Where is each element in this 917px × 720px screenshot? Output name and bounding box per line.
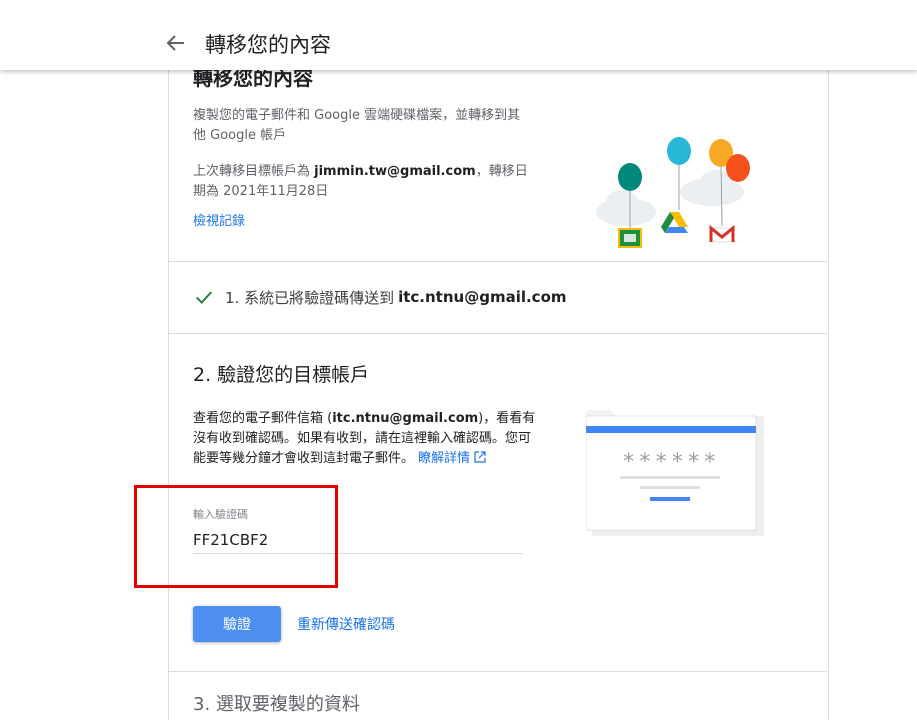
masked-code: ****** (622, 450, 720, 475)
page-title: 轉移您的內容 (205, 33, 331, 57)
highlight-annotation (134, 485, 338, 588)
divider (169, 261, 827, 262)
intro-description: 複製您的電子郵件和 Google 雲端硬碟檔案，並轉移到其他 Google 帳戶 (193, 108, 521, 143)
balloons-illustration (596, 137, 750, 248)
step1-email: itc.ntnu@gmail.com (398, 288, 567, 306)
last-transfer-prefix: 上次轉移目標帳戶為 (193, 164, 315, 179)
view-log-link[interactable]: 檢視記錄 (193, 210, 245, 229)
last-transfer-email: jimmin.tw@gmail.com (314, 164, 476, 179)
step2-desc-prefix: 查看您的電子郵件信箱 ( (193, 411, 333, 426)
divider (169, 333, 827, 334)
verification-illustration: ****** (585, 410, 764, 536)
learn-more-link[interactable]: 瞭解詳情 (418, 451, 470, 466)
step2-title: 2. 驗證您的目標帳戶 (193, 364, 370, 386)
step1-text: 1. 系統已將驗證碼傳送到 (225, 288, 395, 307)
next-step-title: 3. 選取要複製的資料 (193, 694, 360, 715)
step1-status: 1. 系統已將驗證碼傳送到 itc.ntnu@gmail.com (193, 286, 567, 308)
step2-description: 查看您的電子郵件信箱 (itc.ntnu@gmail.com)，看看有沒有收到確… (193, 409, 538, 469)
open-in-new-icon[interactable] (474, 451, 486, 463)
last-transfer-info: 上次轉移目標帳戶為 jimmin.tw@gmail.com，轉移日期為 2021… (193, 162, 533, 202)
step2-desc-email: itc.ntnu@gmail.com (332, 411, 479, 426)
divider (169, 671, 827, 672)
arrow-back-icon[interactable] (164, 31, 188, 55)
resend-code-link[interactable]: 重新傳送確認碼 (297, 614, 395, 634)
check-icon (196, 291, 213, 304)
verify-button[interactable]: 驗證 (193, 606, 281, 642)
top-app-bar: 轉移您的內容 (0, 0, 917, 70)
